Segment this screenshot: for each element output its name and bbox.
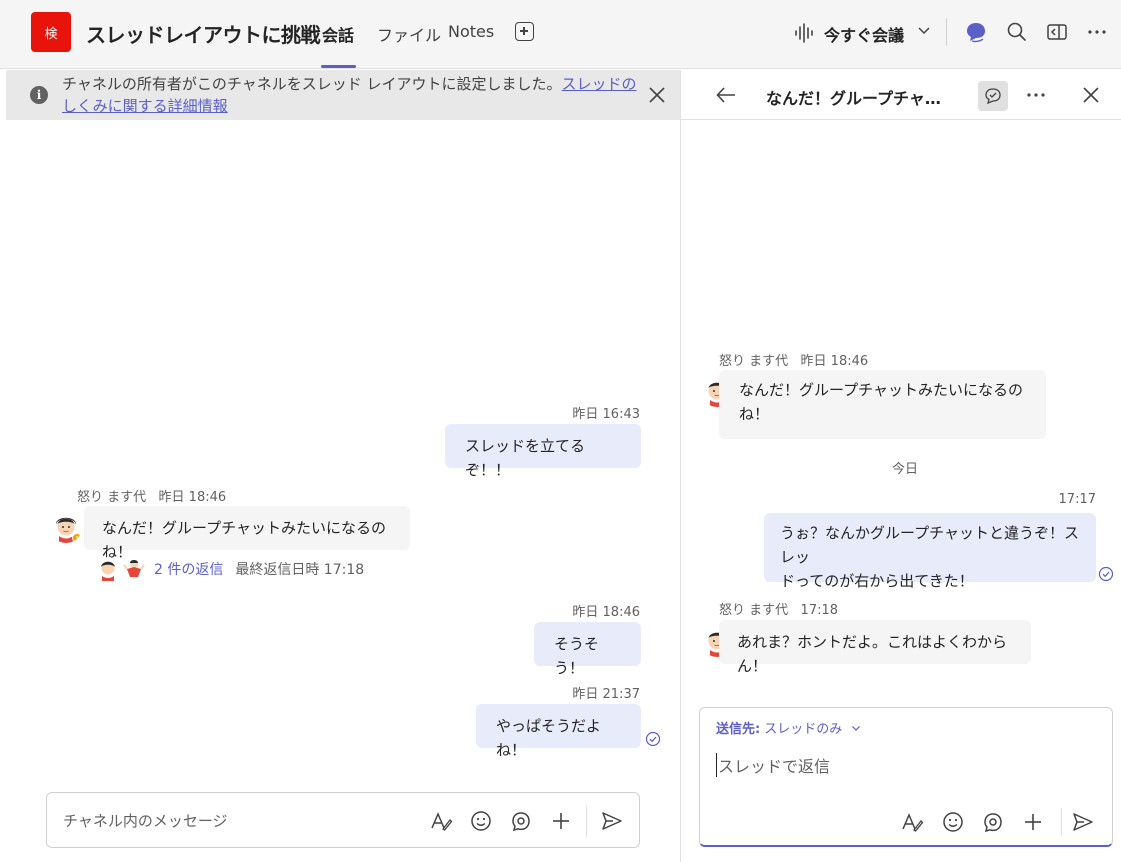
format-icon[interactable] [900, 810, 924, 834]
emoji-icon[interactable] [469, 809, 493, 833]
thread-title: なんだ！グループチャット... [766, 89, 956, 108]
thread-chat-icon [985, 88, 1001, 105]
last-reply-time: 最終返信日時 17:18 [235, 562, 365, 578]
banner-message: チャネルの所有者がこのチャネルをスレッド レイアウトに設定しました。 [62, 75, 562, 93]
panel-icon[interactable] [1045, 20, 1069, 44]
more-icon[interactable] [1024, 83, 1048, 107]
message-timestamp: 昨日 18:46 [572, 605, 640, 620]
send-icon[interactable] [600, 809, 624, 833]
my-message[interactable]: スレッドを立てるぞ！！ [445, 424, 641, 479]
sender-name: 怒り ます代 [719, 354, 789, 369]
message-line: なんだ！グループチャットみたいになるの [739, 381, 1023, 399]
format-icon[interactable] [429, 809, 453, 833]
message-sender-line: 怒り ます代 昨日 18:46 [77, 486, 226, 505]
message-timestamp: 昨日 18:46 [800, 354, 869, 369]
add-tab-button[interactable] [515, 22, 534, 41]
thread-header: なんだ！グループチャット... [681, 70, 1121, 120]
tab-notes[interactable]: Notes [448, 22, 494, 41]
message-timestamp: 昨日 18:46 [158, 490, 227, 505]
info-icon: i [30, 86, 48, 104]
composer-divider [1061, 808, 1062, 836]
meet-wave-icon[interactable] [794, 23, 816, 43]
message-timestamp: 17:18 [800, 603, 839, 618]
message-timestamp: 昨日 21:37 [572, 687, 640, 702]
sender-name: 怒り ます代 [719, 603, 789, 618]
reply-target-selector[interactable]: 送信先: スレッドのみ [716, 718, 862, 737]
my-message[interactable]: やっぱそうだよね！ [476, 704, 641, 759]
close-icon[interactable] [648, 86, 666, 104]
chat-icon[interactable] [964, 20, 988, 44]
plus-icon[interactable] [1021, 810, 1045, 834]
other-message[interactable]: なんだ！グループチャットみたいになるの ね！ [719, 370, 1046, 439]
tab-files[interactable]: ファイル [377, 22, 441, 46]
channel-title: スレッドレイアウトに挑戦 [86, 23, 321, 47]
thread-replies-summary[interactable]: 2 件の返信 最終返信日時 17:18 [96, 557, 364, 581]
reply-target-value: スレッドのみ [764, 722, 843, 737]
top-bar: 検 スレッドレイアウトに挑戦 会話 ファイル Notes 今すぐ会議 [0, 0, 1121, 69]
avatar[interactable] [50, 511, 82, 543]
loop-icon[interactable] [981, 810, 1005, 834]
message-composer[interactable]: チャネル内のメッセージ [46, 792, 640, 848]
meet-now-button[interactable]: 今すぐ会議 [824, 22, 904, 46]
team-avatar[interactable]: 検 [31, 12, 71, 52]
thread-pane: なんだ！グループチャット... 怒り ます代 昨日 18:46 なんだ！グループ… [681, 70, 1121, 862]
message-line: うぉ？なんかグループチャットと違うぞ！スレッ [780, 524, 1079, 566]
conversation-pane: i チャネルの所有者がこのチャネルをスレッド レイアウトに設定しました。スレッド… [0, 70, 680, 862]
day-separator: 今日 [892, 462, 919, 477]
thread-composer[interactable]: 送信先: スレッドのみ スレッドで返信 [699, 707, 1113, 847]
close-icon[interactable] [1079, 83, 1103, 107]
more-icon[interactable] [1085, 20, 1109, 44]
chevron-down-icon [852, 725, 861, 731]
message-timestamp: 昨日 16:43 [572, 407, 640, 422]
emoji-icon[interactable] [941, 810, 965, 834]
reply-input[interactable]: スレッドで返信 [716, 753, 830, 777]
reply-count-link[interactable]: 2 件の返信 [154, 559, 223, 579]
message-line: ドってのが右から出てきた！ [780, 572, 974, 590]
message-sender-line: 怒り ます代 昨日 18:46 [719, 350, 868, 369]
read-receipt-icon [645, 731, 661, 747]
thread-view-button[interactable] [978, 81, 1008, 111]
info-banner: i チャネルの所有者がこのチャネルをスレッド レイアウトに設定しました。スレッド… [6, 70, 680, 120]
read-receipt-icon [1098, 566, 1114, 582]
chevron-down-icon[interactable] [916, 23, 932, 39]
my-message[interactable]: うぉ？なんかグループチャットと違うぞ！スレッ ドってのが右から出てきた！ [764, 513, 1096, 590]
composer-divider [586, 805, 587, 837]
reply-target-label: 送信先: [716, 722, 761, 737]
other-message[interactable]: あれま？ホントだよ。これはよくわからん！ [719, 620, 1031, 675]
message-line: ね！ [739, 405, 770, 423]
toolbar-divider [946, 18, 947, 46]
active-tab-indicator [321, 65, 356, 68]
avatar [122, 557, 146, 581]
loop-icon[interactable] [509, 809, 533, 833]
message-timestamp: 17:17 [1058, 492, 1096, 507]
tab-conversations[interactable]: 会話 [322, 22, 354, 46]
back-arrow-icon[interactable] [714, 83, 738, 107]
sender-name: 怒り ます代 [77, 490, 147, 505]
send-icon[interactable] [1071, 810, 1095, 834]
plus-icon[interactable] [549, 809, 573, 833]
message-sender-line: 怒り ます代 17:18 [719, 599, 838, 618]
message-input[interactable]: チャネル内のメッセージ [63, 810, 228, 831]
avatar [96, 557, 120, 581]
banner-text: チャネルの所有者がこのチャネルをスレッド レイアウトに設定しました。スレッドのし… [62, 73, 642, 117]
my-message[interactable]: そうそう！ [534, 622, 641, 677]
other-message[interactable]: なんだ！グループチャットみたいになるのね！ [84, 506, 410, 561]
search-icon[interactable] [1005, 20, 1029, 44]
